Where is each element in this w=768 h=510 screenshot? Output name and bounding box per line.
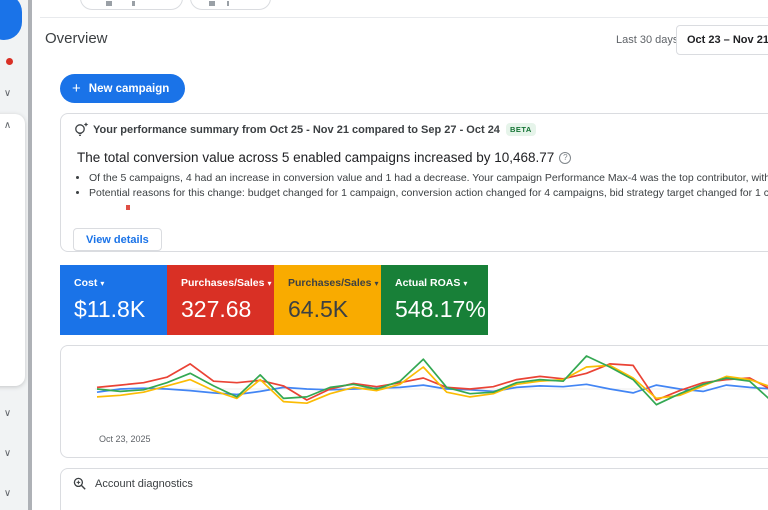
summary-bullet: Of the 5 campaigns, 4 had an increase in…	[89, 171, 768, 186]
summary-bullet-list: Of the 5 campaigns, 4 had an increase in…	[75, 171, 768, 201]
table-icon	[209, 1, 215, 6]
summary-title: Your performance summary from Oct 25 - N…	[93, 123, 500, 136]
summary-headline: The total conversion value across 5 enab…	[77, 150, 555, 165]
scorecard-actual-roas[interactable]: Actual ROAS ▾ 548.17%	[381, 265, 488, 335]
metric-label: Purchases/Sales	[181, 277, 265, 289]
selected-nav-pill[interactable]	[0, 0, 22, 40]
beta-badge: BETA	[505, 123, 536, 136]
x-axis-tick-label: Oct 23, 2025	[99, 434, 151, 444]
help-icon[interactable]: ?	[559, 151, 572, 164]
caret-down-icon[interactable]: ▾	[463, 279, 467, 288]
view-details-button[interactable]: View details	[73, 228, 162, 251]
divider-icon	[227, 1, 229, 6]
page-title: Overview	[45, 30, 108, 47]
metric-value: 64.5K	[288, 296, 349, 322]
scorecard-cost[interactable]: Cost ▾ $11.8K	[60, 265, 167, 335]
notification-dot	[6, 58, 13, 65]
grid-icon	[106, 1, 112, 6]
diagnostics-magnifier-icon	[73, 477, 86, 490]
insight-lightbulb-icon	[75, 122, 89, 136]
left-nav-rail: ∨ ∧ ∨ ∨ ∨	[0, 0, 28, 510]
caret-down-icon[interactable]: ▾	[374, 279, 378, 288]
metric-scorecards: Cost ▾ $11.8K Purchases/Sales ▾ 327.68 Pur…	[60, 265, 488, 335]
chevron-down-icon[interactable]: ∨	[0, 408, 15, 420]
chevron-down-icon[interactable]: ∨	[0, 448, 15, 460]
diagnostics-label: Account diagnostics	[95, 478, 193, 490]
caret-down-icon[interactable]: ▾	[100, 279, 104, 288]
metric-label: Purchases/Sales	[288, 277, 372, 289]
chevron-up-icon[interactable]: ∧	[0, 120, 15, 132]
toolbar-chip[interactable]	[80, 0, 183, 10]
new-campaign-label: New campaign	[88, 82, 170, 95]
caret-down-icon[interactable]: ▾	[267, 279, 271, 288]
nav-flyout-panel	[0, 114, 25, 386]
metric-label: Actual ROAS	[395, 277, 461, 289]
metric-value: 327.68	[181, 296, 252, 322]
scorecard-purchases-sales[interactable]: Purchases/Sales ▾ 327.68	[167, 265, 274, 335]
google-ads-overview-page: ∨ ∧ ∨ ∨ ∨ Overview Last 30 days Oct 23 –…	[0, 0, 768, 510]
chevron-down-icon[interactable]: ∨	[0, 88, 15, 100]
plus-icon: +	[72, 80, 81, 97]
performance-summary-card: Your performance summary from Oct 25 - N…	[60, 113, 768, 252]
header-divider	[40, 17, 768, 18]
performance-chart[interactable]	[95, 350, 768, 442]
date-preset-label[interactable]: Last 30 days	[616, 34, 678, 46]
account-diagnostics-card[interactable]: Account diagnostics	[60, 468, 768, 510]
date-range-picker[interactable]: Oct 23 – Nov 21, 2025	[676, 25, 768, 55]
summary-bullet: Potential reasons for this change: budge…	[89, 186, 768, 201]
chevron-down-icon[interactable]: ∨	[0, 488, 15, 500]
metric-label: Cost	[74, 277, 98, 289]
scorecard-purchases-sales-2[interactable]: Purchases/Sales ▾ 64.5K	[274, 265, 381, 335]
metric-value: $11.8K	[74, 296, 146, 322]
nav-scrollbar[interactable]	[28, 0, 32, 510]
metric-value: 548.17%	[395, 296, 486, 322]
more-icon	[132, 1, 135, 6]
broken-image-icon	[126, 205, 130, 210]
performance-chart-card: Oct 23, 2025	[60, 345, 768, 458]
toolbar-chip[interactable]	[190, 0, 271, 10]
new-campaign-button[interactable]: + New campaign	[60, 74, 186, 103]
